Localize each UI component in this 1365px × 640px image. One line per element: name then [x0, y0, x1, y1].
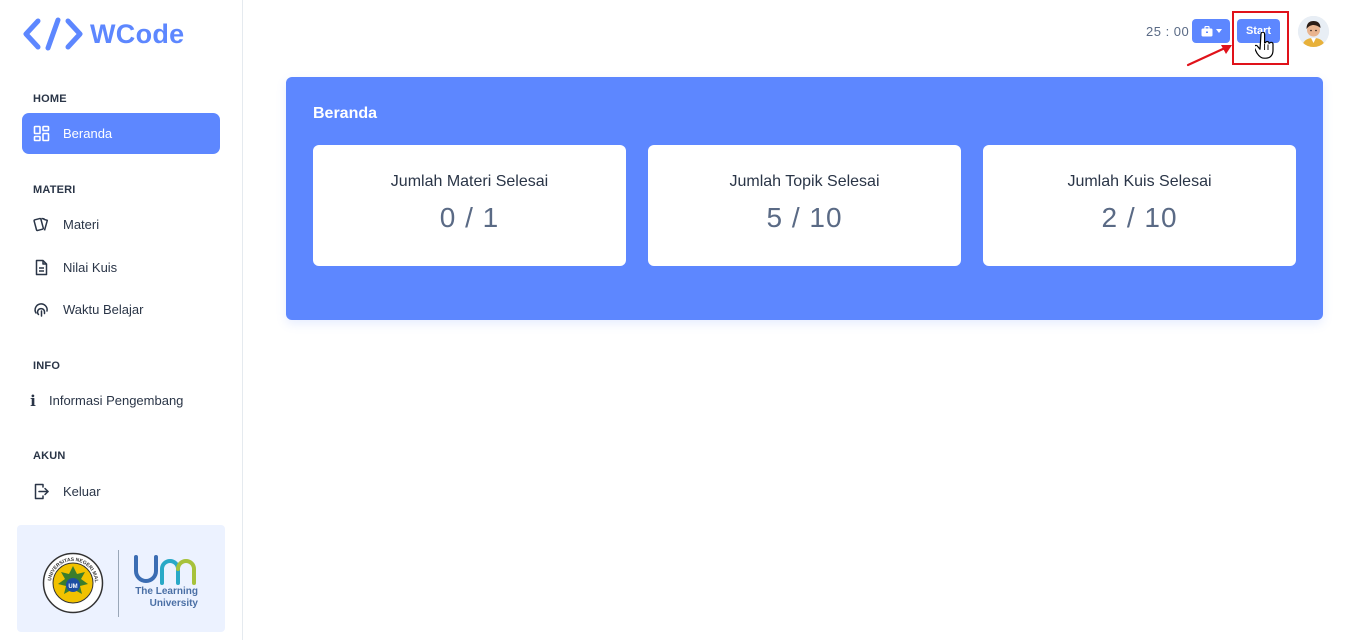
- sidebar-item-label: Keluar: [63, 484, 101, 499]
- section-title-home: HOME: [33, 93, 67, 105]
- stat-value: 2 / 10: [1101, 202, 1178, 233]
- info-icon: i: [30, 391, 36, 410]
- stat-card-topik: Jumlah Topik Selesai 5 / 10: [648, 145, 961, 266]
- hand-cursor-icon: [1255, 32, 1274, 59]
- fingerprint-icon: [33, 301, 50, 318]
- svg-text:UM: UM: [68, 584, 77, 590]
- stat-value: 0 / 1: [439, 202, 500, 233]
- sidebar-item-beranda[interactable]: Beranda: [22, 113, 220, 154]
- app-logo[interactable]: WCode: [22, 16, 184, 52]
- um-logo: [134, 555, 196, 585]
- arrow-annotation: [1186, 45, 1232, 67]
- university-tagline: The Learning University: [135, 586, 198, 610]
- stat-card-kuis: Jumlah Kuis Selesai 2 / 10: [983, 145, 1296, 266]
- user-avatar[interactable]: [1298, 16, 1329, 47]
- file-text-icon: [33, 259, 50, 276]
- sidebar-item-label: Materi: [63, 217, 100, 232]
- divider: [118, 550, 119, 617]
- university-seal-logo: UM UNIVERSITAS NEGERI MALANG: [42, 552, 104, 614]
- dashboard-icon: [33, 125, 50, 142]
- tagline-line-1: The Learning: [135, 586, 198, 597]
- university-banner: UM UNIVERSITAS NEGERI MALANG The Learnin…: [17, 525, 225, 632]
- section-title-akun: AKUN: [33, 450, 66, 462]
- sidebar-item-waktu-belajar[interactable]: Waktu Belajar: [22, 289, 220, 330]
- briefcase-icon: [1201, 25, 1212, 36]
- logout-icon: [33, 483, 50, 500]
- sidebar-item-informasi-pengembang[interactable]: i Informasi Pengembang: [22, 380, 220, 421]
- stat-label: Jumlah Kuis Selesai: [1067, 173, 1212, 190]
- stat-label: Jumlah Materi Selesai: [390, 173, 549, 190]
- cards-icon: [33, 216, 50, 233]
- section-title-materi: MATERI: [33, 184, 76, 196]
- sidebar-item-nilai-kuis[interactable]: Nilai Kuis: [22, 247, 220, 288]
- avatar-icon: [1298, 16, 1329, 47]
- stat-value: 5 / 10: [766, 202, 843, 233]
- app-name: WCode: [90, 18, 185, 49]
- sidebar-item-keluar[interactable]: Keluar: [22, 471, 220, 512]
- stat-card-materi: Jumlah Materi Selesai 0 / 1: [313, 145, 626, 266]
- sidebar-item-label: Waktu Belajar: [63, 302, 144, 317]
- section-title-info: INFO: [33, 360, 61, 372]
- sidebar-item-label: Informasi Pengembang: [49, 393, 184, 408]
- stat-label: Jumlah Topik Selesai: [729, 173, 880, 190]
- code-brackets-icon: [23, 17, 83, 51]
- sidebar-item-materi[interactable]: Materi: [22, 204, 220, 245]
- dashboard-summary-card: Beranda Jumlah Materi Selesai 0 / 1 Juml…: [286, 77, 1323, 320]
- sidebar: WCode HOME Beranda MATERI Materi Nilai K…: [0, 0, 243, 640]
- tagline-line-2: University: [149, 598, 198, 609]
- caret-down-icon: [1215, 29, 1222, 33]
- sidebar-item-label: Nilai Kuis: [63, 260, 118, 275]
- pomodoro-timer: 25 : 00: [1146, 24, 1190, 39]
- sidebar-item-label: Beranda: [63, 126, 113, 141]
- page-title: Beranda: [313, 105, 378, 122]
